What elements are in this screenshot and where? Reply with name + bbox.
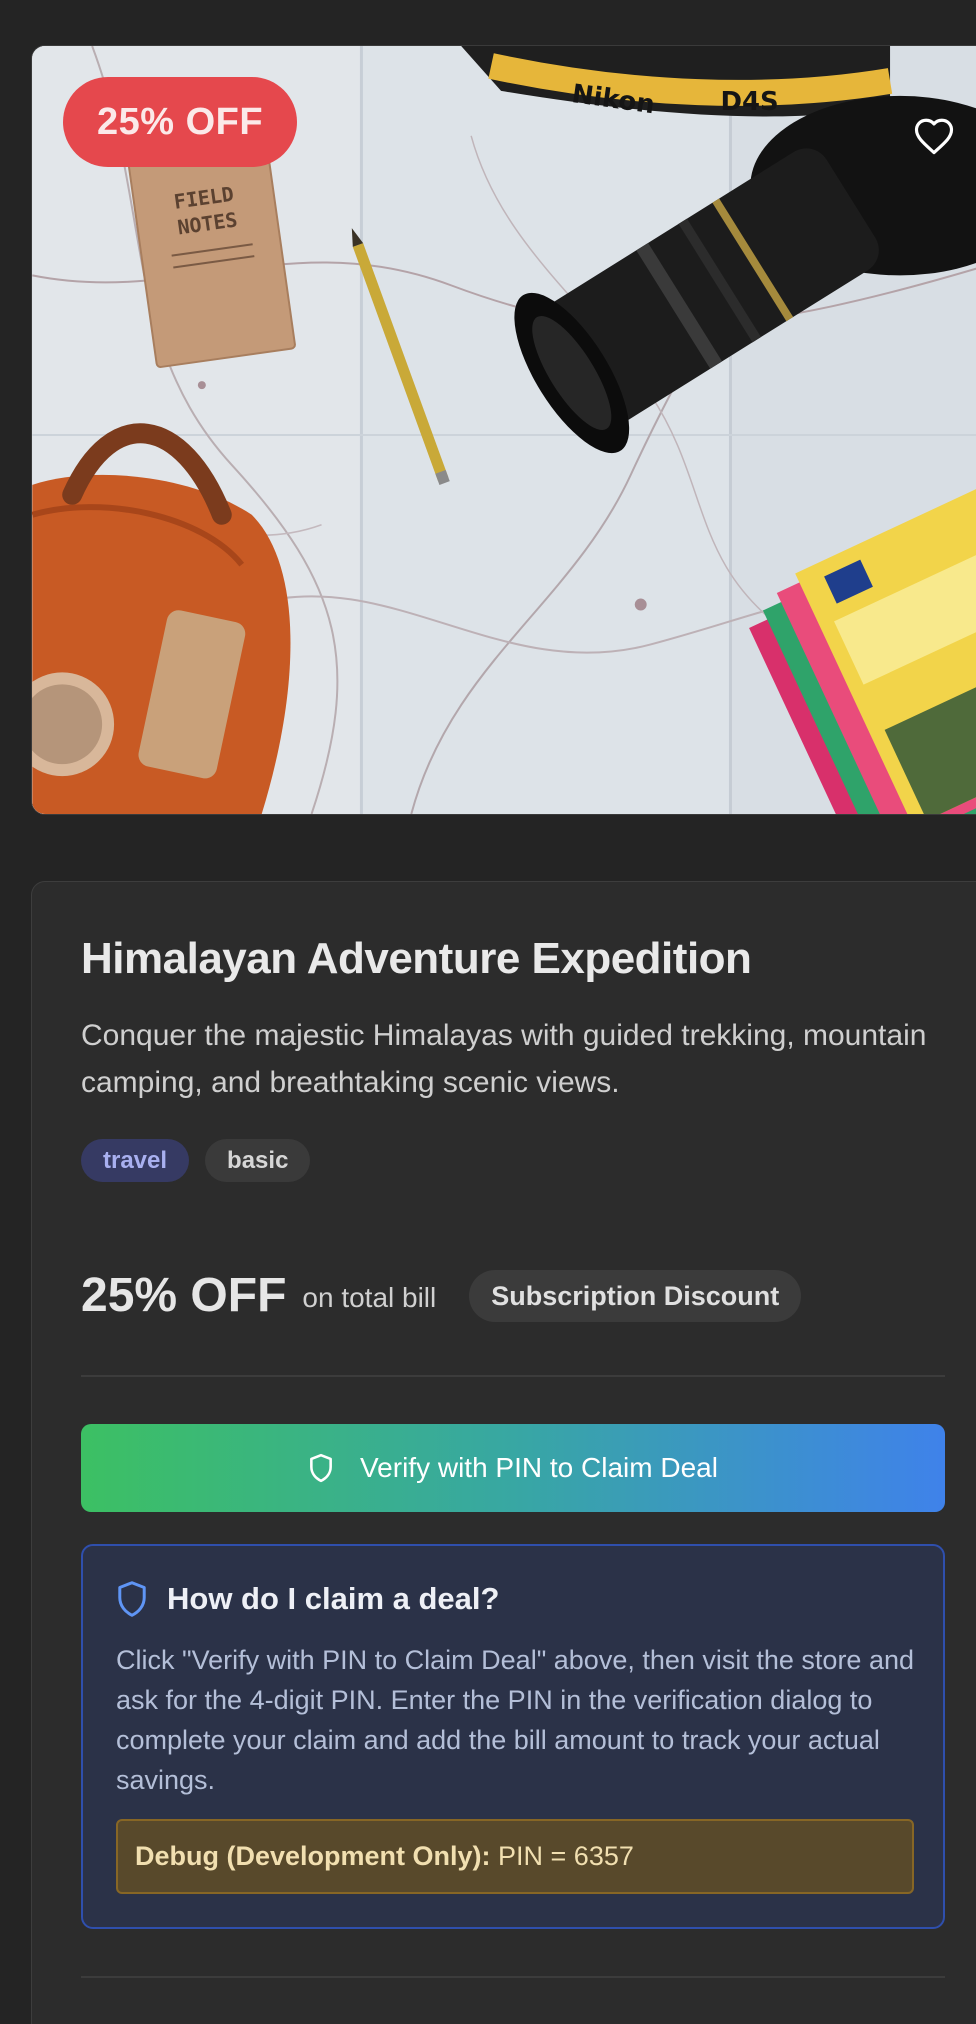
heart-outline-icon [914, 118, 954, 155]
deal-hero-image: FIELD NOTES Nikon D4S 25% OFF [31, 45, 976, 815]
discount-badge: 25% OFF [63, 77, 298, 167]
offer-scope: on total bill [302, 1281, 437, 1313]
deal-title: Himalayan Adventure Expedition [81, 934, 752, 983]
claim-button-label: Verify with PIN to Claim Deal [360, 1452, 718, 1483]
shield-icon [118, 1581, 146, 1617]
how-to-claim-title: How do I claim a deal? [167, 1581, 500, 1616]
how-to-claim-instructions: Click "Verify with PIN to Claim Deal" ab… [116, 1645, 915, 1795]
deal-details-card: Himalayan Adventure Expedition Conquer t… [31, 881, 976, 2024]
deal-detail-page: FIELD NOTES Nikon D4S 25% OFF Himalayan … [0, 0, 976, 2024]
offer-summary: 25% OFF on total bill Subscription Disco… [81, 1268, 802, 1323]
offer-type-badge: Subscription Discount [469, 1269, 802, 1322]
deal-tags: travel basic [81, 1139, 311, 1182]
debug-pin-value: PIN = 6357 [490, 1841, 634, 1871]
tag-basic[interactable]: basic [205, 1139, 311, 1182]
tag-travel[interactable]: travel [81, 1139, 190, 1182]
offer-value: 25% OFF [81, 1269, 287, 1322]
divider [81, 1976, 945, 1978]
debug-label: Debug (Development Only): [135, 1841, 491, 1871]
favorite-button[interactable] [894, 96, 974, 176]
deal-description: Conquer the majestic Himalayas with guid… [81, 1019, 927, 1099]
how-to-claim-header: How do I claim a deal? [115, 1580, 499, 1618]
divider [81, 1375, 945, 1377]
verify-pin-claim-button[interactable]: Verify with PIN to Claim Deal [81, 1424, 945, 1512]
how-to-claim-panel: How do I claim a deal? Click "Verify wit… [81, 1544, 945, 1929]
shield-icon [310, 1453, 332, 1483]
svg-text:D4S: D4S [720, 87, 778, 117]
debug-pin-notice: Debug (Development Only): PIN = 6357 [116, 1819, 914, 1894]
